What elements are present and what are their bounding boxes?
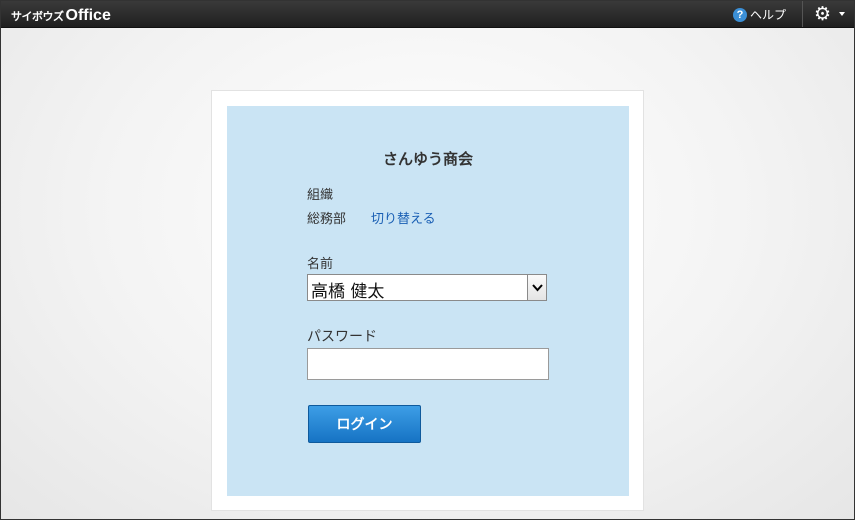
password-field[interactable] [307,348,549,380]
chevron-down-icon[interactable] [839,12,845,16]
help-link[interactable]: ? ヘルプ [733,6,786,23]
org-value: 総務部 [307,212,347,227]
name-select[interactable]: 高橋 健太 [307,274,547,302]
logo-office: Office [65,7,111,24]
company-name: さんゆう商会 [382,150,473,168]
name-label: 名前 [307,257,334,272]
top-bar: サイボウズ Office ? ヘルプ ⚙ [1,1,854,28]
org-label: 組織 [307,188,334,203]
name-select-value: 高橋 健太 [311,282,385,302]
topbar-divider [802,1,803,27]
logo-kana: サイボウズ [11,10,64,23]
gear-icon[interactable]: ⚙ [814,4,831,24]
chevron-down-icon[interactable] [527,275,546,300]
switch-org-link[interactable]: 切り替える [371,208,436,227]
app-logo[interactable]: サイボウズ Office [11,5,111,25]
login-button[interactable]: ログイン [308,405,421,443]
question-circle-icon: ? [733,7,747,22]
help-label: ヘルプ [750,8,787,22]
password-label: パスワード [307,329,377,345]
